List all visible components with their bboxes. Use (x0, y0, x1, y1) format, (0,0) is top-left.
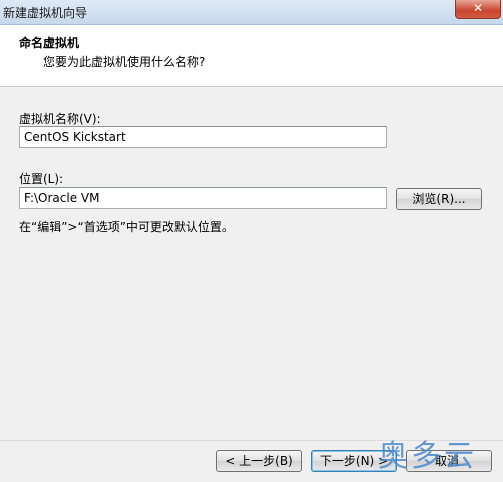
location-hint: 在“编辑”>“首选项”中可更改默认位置。 (19, 220, 234, 234)
title-bar: 新建虚拟机向导 ✕ (0, 0, 503, 25)
page-subtitle: 您要为此虚拟机使用什么名称? (43, 55, 206, 69)
page-title: 命名虚拟机 (19, 36, 80, 50)
vm-name-label: 虚拟机名称(V): (19, 112, 101, 126)
close-icon: ✕ (472, 1, 484, 15)
window-title: 新建虚拟机向导 (3, 6, 88, 20)
location-label: 位置(L): (19, 172, 64, 186)
location-input[interactable] (19, 187, 387, 209)
close-button[interactable]: ✕ (455, 0, 501, 19)
back-button[interactable]: < 上一步(B) (216, 450, 302, 472)
watermark-logo: 奥多云 (378, 439, 477, 474)
vm-name-input[interactable] (19, 126, 387, 148)
wizard-header: 命名虚拟机 您要为此虚拟机使用什么名称? (0, 25, 503, 87)
browse-button[interactable]: 浏览(R)... (396, 188, 482, 210)
